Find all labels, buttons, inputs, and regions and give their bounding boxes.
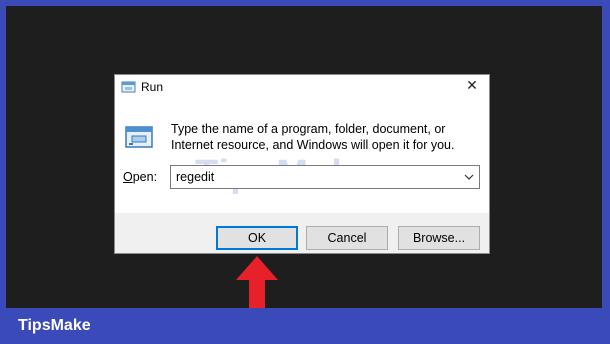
brand-bar: TipsMake xyxy=(0,308,610,344)
cancel-button[interactable]: Cancel xyxy=(306,226,388,250)
dialog-description: Type the name of a program, folder, docu… xyxy=(171,122,455,152)
red-arrow-icon xyxy=(236,256,278,308)
run-icon xyxy=(121,81,136,93)
open-input[interactable]: regedit xyxy=(176,170,214,184)
dialog-body: Type the name of a program, folder, docu… xyxy=(115,101,489,213)
browse-button[interactable]: Browse... xyxy=(398,226,480,250)
dropdown-arrow-icon[interactable] xyxy=(463,168,475,186)
ok-button[interactable]: OK xyxy=(216,226,298,250)
open-label-accesskey: O xyxy=(123,170,133,184)
open-label-text: pen: xyxy=(132,170,158,184)
close-icon[interactable]: ✕ xyxy=(455,75,489,97)
open-combobox[interactable]: regedit xyxy=(170,165,480,189)
title-bar: Run ✕ xyxy=(115,75,489,101)
brand-name: TipsMake xyxy=(18,317,91,334)
open-label: Open: xyxy=(123,170,157,184)
run-dialog: Run ✕ Type the name of a program, folder… xyxy=(114,74,490,254)
run-icon xyxy=(125,126,153,148)
dialog-title: Run xyxy=(141,80,164,94)
